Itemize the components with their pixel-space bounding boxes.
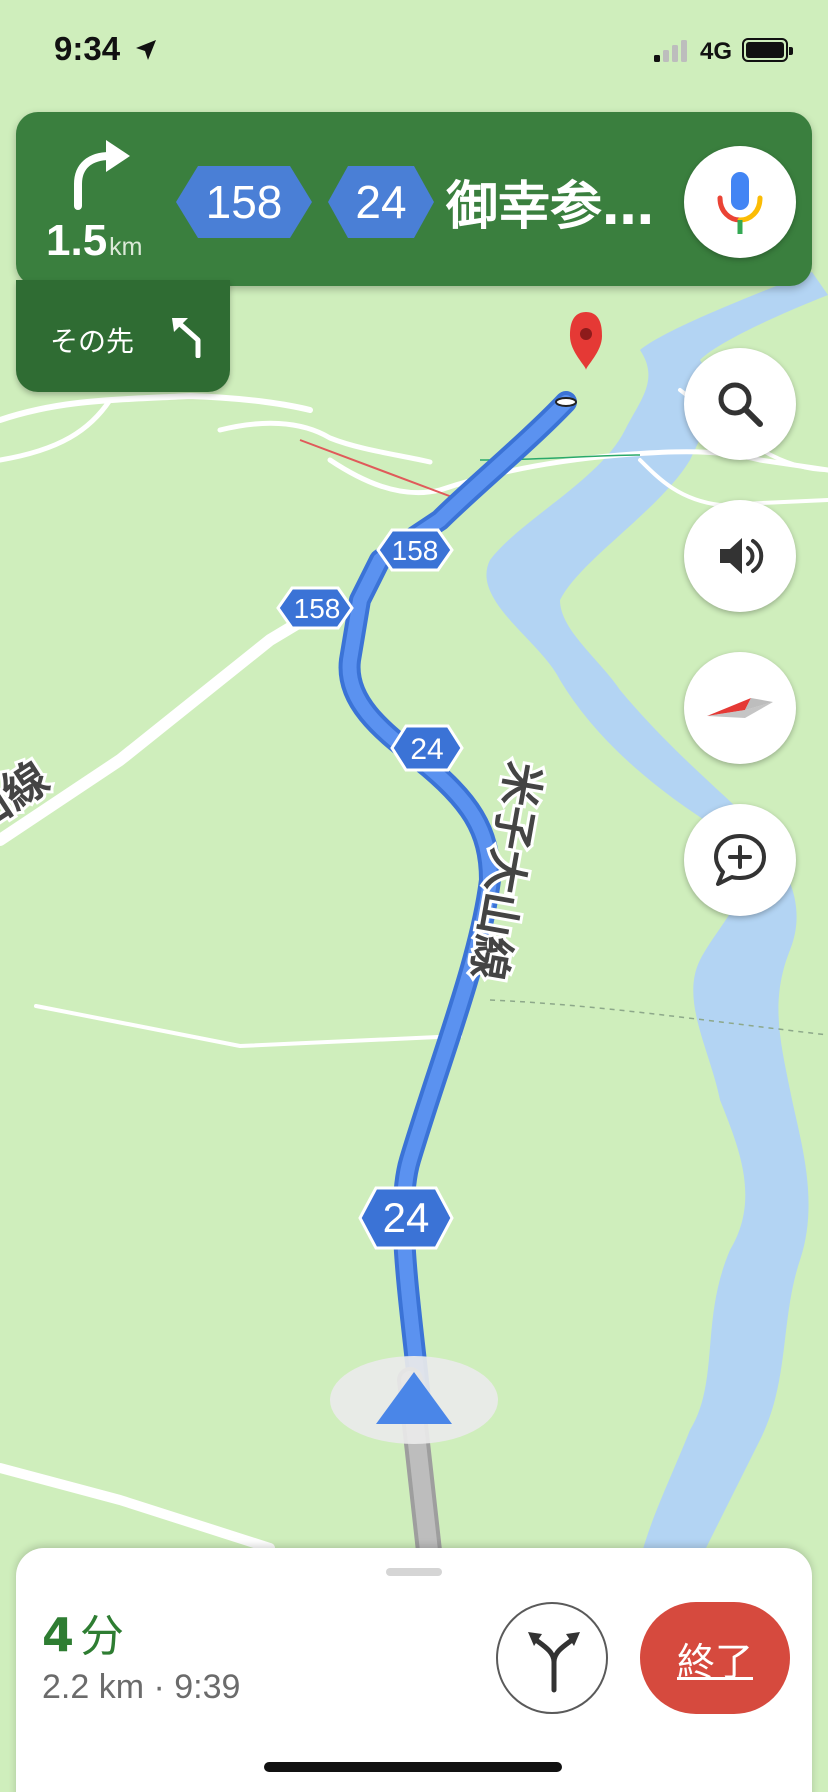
eta-duration: 4分 [42, 1600, 124, 1664]
turn-left-arrow-icon [172, 318, 201, 358]
route-shield-24-lower: 24 [358, 1186, 454, 1250]
then-label: その先 [50, 325, 135, 358]
cellular-signal-icon [654, 38, 690, 62]
trip-details: 2.2 km · 9:39 [42, 1668, 241, 1706]
add-report-icon [714, 834, 766, 886]
search-icon [718, 382, 763, 427]
add-report-button[interactable] [684, 804, 796, 916]
next-street-name: 御幸参… [446, 177, 655, 237]
google-mic-icon [717, 172, 763, 234]
location-arrow-icon [136, 40, 156, 60]
battery-icon [742, 38, 793, 62]
route-shield-24-middle: 24 [390, 724, 464, 772]
svg-text:24: 24 [383, 1194, 430, 1241]
home-indicator[interactable] [264, 1762, 562, 1772]
volume-icon [720, 538, 764, 574]
search-button[interactable] [684, 348, 796, 460]
eta-minutes: 4 [42, 1608, 75, 1662]
trip-summary-sheet[interactable]: 4分 2.2 km · 9:39 終了 [16, 1548, 812, 1792]
navigation-arrow-icon [330, 1356, 498, 1444]
svg-text:24: 24 [410, 733, 443, 766]
svg-text:158: 158 [294, 593, 341, 624]
route-shield-158-lower: 158 [276, 586, 354, 630]
distance-to-turn: 1.5km [46, 216, 143, 266]
status-bar: 9:34 4G [0, 0, 828, 100]
eta-unit: 分 [80, 1611, 125, 1662]
then-instruction-card[interactable]: その先 [16, 280, 230, 392]
alternate-routes-icon [528, 1632, 580, 1693]
distance-unit: km [109, 233, 143, 261]
turn-right-arrow-icon [74, 140, 130, 210]
compass-icon [707, 698, 773, 718]
route-shield-158-upper: 158 [376, 528, 454, 572]
end-navigation-button[interactable]: 終了 [640, 1602, 790, 1714]
sound-button[interactable] [684, 500, 796, 612]
alternate-routes-button[interactable] [496, 1602, 608, 1714]
sheet-drag-handle[interactable] [386, 1568, 442, 1576]
status-time: 9:34 [54, 30, 121, 67]
compass-button[interactable] [684, 652, 796, 764]
voice-search-button[interactable] [684, 146, 796, 258]
svg-text:158: 158 [392, 535, 439, 566]
distance-value: 1.5 [46, 216, 108, 265]
route-shield-24: 24 [326, 164, 436, 240]
network-type: 4G [700, 38, 733, 65]
route-shield-158: 158 [174, 164, 314, 240]
